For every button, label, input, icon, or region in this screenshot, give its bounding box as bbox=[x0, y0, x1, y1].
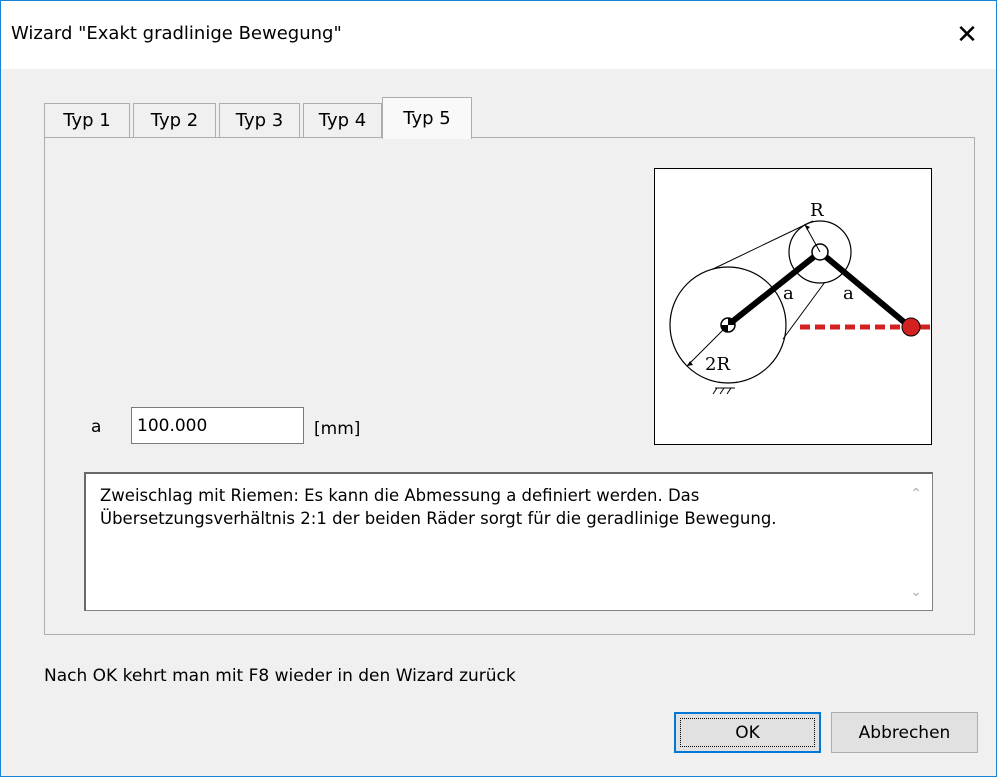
title-bar: Wizard "Exakt gradlinige Bewegung" ✕ bbox=[1, 1, 996, 69]
tab-typ-4[interactable]: Typ 4 bbox=[303, 103, 382, 137]
close-icon: ✕ bbox=[956, 20, 978, 50]
param-a-input[interactable] bbox=[131, 407, 304, 444]
scroll-up-icon[interactable]: ⌃ bbox=[910, 486, 922, 502]
label-a-right: a bbox=[843, 283, 854, 304]
label-R: R bbox=[810, 200, 824, 221]
tab-label: Typ 3 bbox=[235, 110, 284, 131]
tab-label: Typ 1 bbox=[63, 110, 111, 131]
tab-label: Typ 2 bbox=[150, 110, 199, 131]
cancel-button[interactable]: Abbrechen bbox=[831, 712, 978, 753]
focus-rect bbox=[680, 718, 815, 747]
label-2R: 2R bbox=[705, 354, 730, 375]
wizard-window: Wizard "Exakt gradlinige Bewegung" ✕ Typ… bbox=[0, 0, 997, 777]
label-a-left: a bbox=[783, 283, 794, 304]
close-button[interactable]: ✕ bbox=[938, 1, 996, 69]
tab-label: Typ 4 bbox=[318, 110, 367, 131]
tab-typ-2[interactable]: Typ 2 bbox=[133, 103, 216, 137]
tab-typ-1[interactable]: Typ 1 bbox=[44, 103, 130, 137]
description-text: Zweischlag mit Riemen: Es kann die Abmes… bbox=[100, 486, 777, 528]
belt-mechanism-icon: R a a 2R bbox=[669, 200, 933, 395]
window-title: Wizard "Exakt gradlinige Bewegung" bbox=[11, 23, 342, 44]
cancel-label: Abbrechen bbox=[858, 722, 951, 743]
hint-text: Nach OK kehrt man mit F8 wieder in den W… bbox=[44, 666, 516, 686]
param-a-label: a bbox=[91, 417, 102, 437]
param-a-unit: [mm] bbox=[314, 419, 361, 439]
scroll-down-icon[interactable]: ⌄ bbox=[910, 584, 922, 600]
ok-button[interactable]: OK bbox=[674, 712, 821, 753]
tab-typ-3[interactable]: Typ 3 bbox=[219, 103, 300, 137]
mechanism-diagram: R a a 2R bbox=[654, 168, 933, 445]
tab-label: Typ 5 bbox=[403, 108, 451, 129]
description-textarea[interactable]: Zweischlag mit Riemen: Es kann die Abmes… bbox=[84, 472, 933, 611]
tab-typ-5[interactable]: Typ 5 bbox=[382, 97, 472, 139]
